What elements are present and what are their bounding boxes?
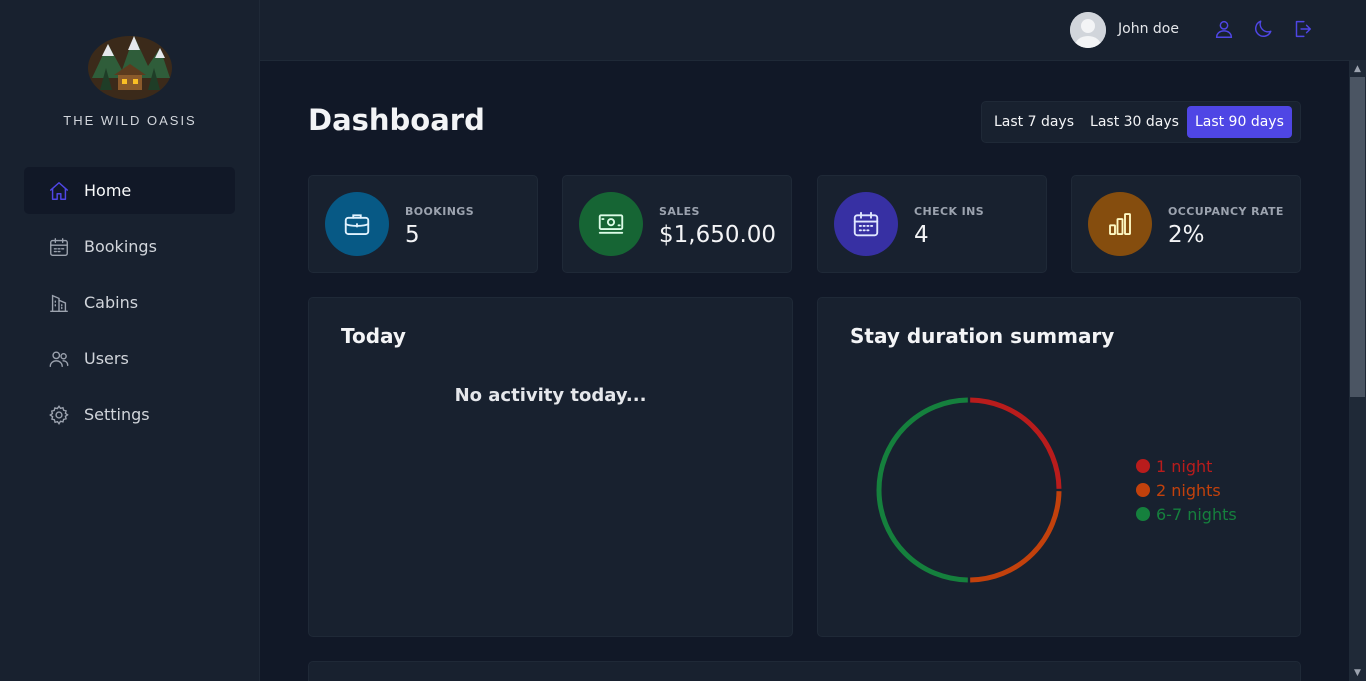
panel-title: Stay duration summary xyxy=(850,324,1115,348)
legend-label: 6-7 nights xyxy=(1156,504,1237,524)
stat-sales: SALES $1,650.00 xyxy=(562,175,792,273)
stat-occupancy-rate: OCCUPANCY RATE 2% xyxy=(1071,175,1301,273)
sidebar-item-bookings[interactable]: Bookings xyxy=(24,223,235,270)
stat-check-ins: CHECK INS 4 xyxy=(817,175,1047,273)
legend-dot xyxy=(1136,507,1150,521)
gear-icon xyxy=(48,404,70,426)
scroll-thumb[interactable] xyxy=(1350,77,1365,397)
scroll-up-arrow[interactable]: ▲ xyxy=(1349,61,1366,77)
main-nav: Home Bookings Cabins Users Settings xyxy=(24,167,235,447)
legend-label: 2 nights xyxy=(1156,480,1221,500)
stat-value: 5 xyxy=(405,222,420,248)
donut-slice-2-nights xyxy=(970,491,1062,583)
banknotes-icon xyxy=(579,192,643,256)
legend-item: 1 night xyxy=(1136,454,1237,478)
stat-label: OCCUPANCY RATE xyxy=(1168,205,1284,218)
sidebar-item-label: Home xyxy=(84,181,132,200)
username: John doe xyxy=(1118,21,1179,37)
scrollbar[interactable]: ▲ ▼ xyxy=(1349,61,1366,681)
stat-label: CHECK INS xyxy=(914,205,985,218)
filter-last-90-days[interactable]: Last 90 days xyxy=(1186,106,1292,138)
sidebar-item-label: Bookings xyxy=(84,237,157,256)
sidebar-item-label: Cabins xyxy=(84,293,139,312)
legend-dot xyxy=(1136,483,1150,497)
building-icon xyxy=(48,292,70,314)
main-content: Dashboard Last 7 days Last 30 days Last … xyxy=(260,61,1349,681)
scroll-down-arrow[interactable]: ▼ xyxy=(1349,665,1366,681)
sidebar-item-users[interactable]: Users xyxy=(24,335,235,382)
logo xyxy=(86,30,174,100)
sidebar-item-cabins[interactable]: Cabins xyxy=(24,279,235,326)
legend-item: 2 nights xyxy=(1136,478,1237,502)
legend-label: 1 night xyxy=(1156,456,1213,476)
page-title: Dashboard xyxy=(308,103,485,137)
sales-panel xyxy=(308,661,1301,681)
empty-state-text: No activity today... xyxy=(454,385,647,406)
filter-last-7-days[interactable]: Last 7 days xyxy=(986,106,1082,138)
stat-value: 2% xyxy=(1168,222,1205,248)
sidebar-item-settings[interactable]: Settings xyxy=(24,391,235,438)
user-icon[interactable] xyxy=(1213,18,1237,42)
sidebar-item-label: Settings xyxy=(84,405,150,424)
brand-name: THE WILD OASIS xyxy=(63,113,197,128)
moon-icon[interactable] xyxy=(1252,18,1276,42)
donut-slice-1-night xyxy=(970,397,1062,489)
briefcase-icon xyxy=(325,192,389,256)
logout-icon[interactable] xyxy=(1291,18,1315,42)
date-filter: Last 7 days Last 30 days Last 90 days xyxy=(981,101,1301,143)
panel-title: Today xyxy=(341,324,406,348)
sidebar-item-home[interactable]: Home xyxy=(24,167,235,214)
legend-dot xyxy=(1136,459,1150,473)
chart-legend: 1 night 2 nights 6-7 nights xyxy=(1136,454,1237,526)
donut-chart xyxy=(876,397,1062,583)
stat-bookings: BOOKINGS 5 xyxy=(308,175,538,273)
stat-label: SALES xyxy=(659,205,700,218)
today-panel: Today No activity today... xyxy=(308,297,793,637)
calendar-days-icon xyxy=(834,192,898,256)
stat-value: $1,650.00 xyxy=(659,222,777,248)
avatar[interactable] xyxy=(1070,12,1106,48)
users-icon xyxy=(48,348,70,370)
legend-item: 6-7 nights xyxy=(1136,502,1237,526)
sidebar: THE WILD OASIS Home Bookings Cabins User… xyxy=(0,0,260,681)
sidebar-item-label: Users xyxy=(84,349,129,368)
stat-label: BOOKINGS xyxy=(405,205,475,218)
stat-value: 4 xyxy=(914,222,929,248)
top-header: John doe xyxy=(260,0,1366,61)
stay-duration-panel: Stay duration summary 1 night 2 nights 6… xyxy=(817,297,1301,637)
calendar-icon xyxy=(48,236,70,258)
donut-slice-6-7-nights xyxy=(876,397,968,583)
chart-bar-icon xyxy=(1088,192,1152,256)
home-icon xyxy=(48,180,70,202)
filter-last-30-days[interactable]: Last 30 days xyxy=(1082,106,1187,138)
